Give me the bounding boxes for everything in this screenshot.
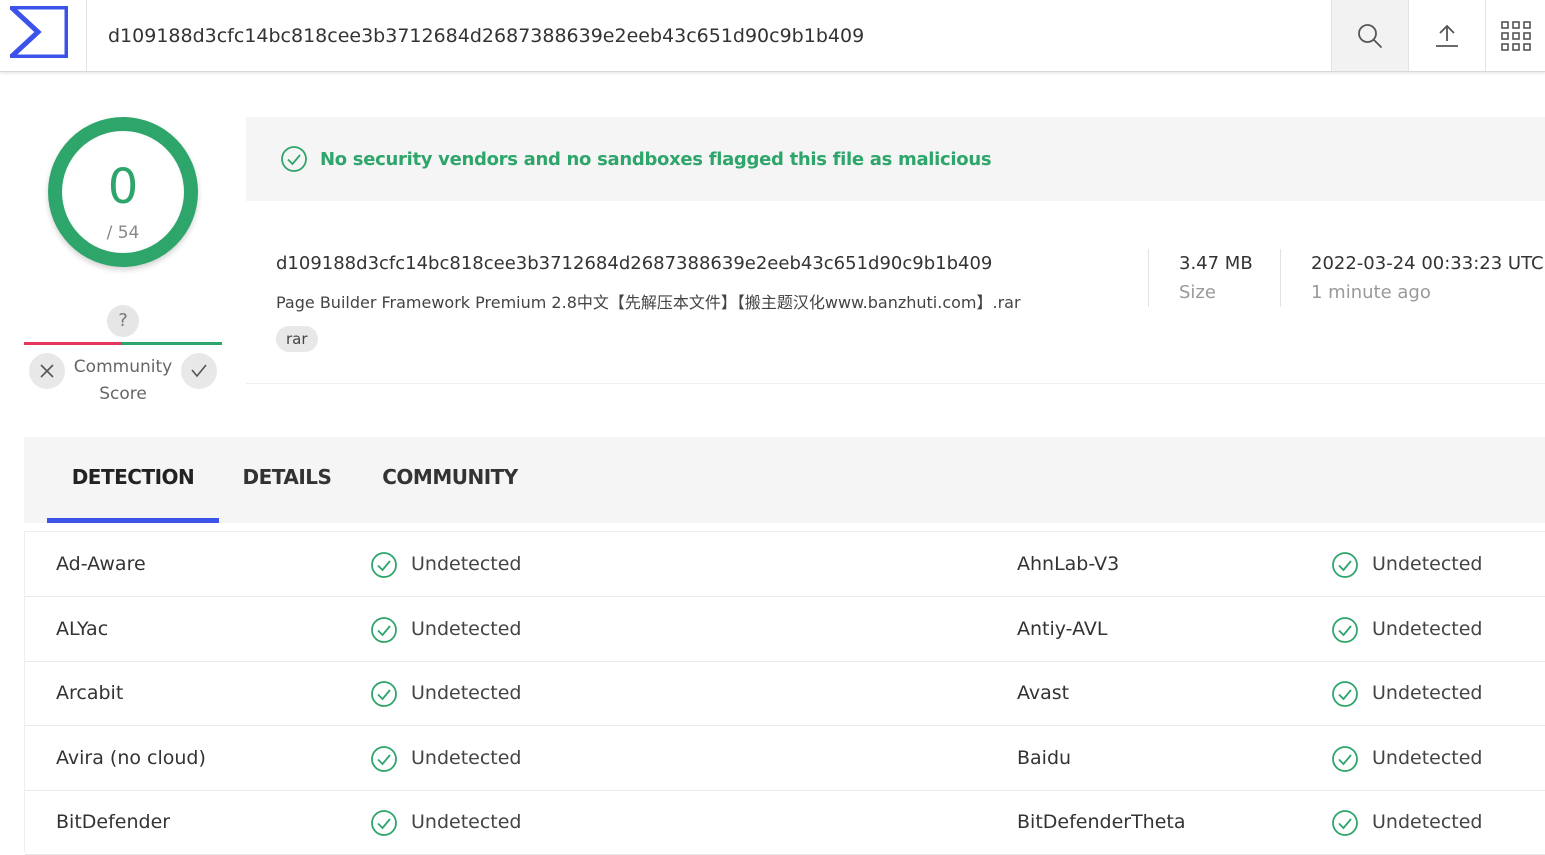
detection-result: Undetected [1372,553,1483,575]
check-circle-icon [1332,552,1358,578]
vendor-name: Avira (no cloud) [56,747,206,769]
verdict-banner: No security vendors and no sandboxes fla… [246,117,1545,201]
file-type-tag[interactable]: rar [276,326,318,352]
check-circle-icon [371,617,397,643]
check-circle-icon [371,746,397,772]
vendor-name: Baidu [1017,747,1072,769]
detection-result: Undetected [1372,618,1483,640]
check-circle-icon [1332,617,1358,643]
community-score-label: Community Score [73,357,173,404]
tab-detection[interactable]: DETECTION [47,437,219,523]
check-circle-icon [1332,681,1358,707]
vendor-name: BitDefender [56,811,171,833]
tab-community[interactable]: COMMUNITY [375,437,525,523]
vendor-name: BitDefenderTheta [1017,811,1186,833]
scan-date: 2022-03-24 00:33:23 UTC [1311,253,1544,274]
detection-score-ring: 0 / 54 [48,117,198,267]
file-info-card: d109188d3cfc14bc818cee3b3712684d26873886… [246,201,1545,384]
detection-result: Undetected [411,618,522,640]
logo-link[interactable] [0,0,87,71]
vote-malicious-button[interactable] [29,353,65,389]
apps-grid-icon [1500,20,1531,51]
vendor-name: ALYac [56,618,109,640]
table-row: Arcabit Undetected Avast Undetected [25,661,1545,726]
table-row: ALYac Undetected Antiy-AVL Undetected [25,597,1545,662]
virustotal-logo-icon [10,6,68,58]
check-circle-icon [371,681,397,707]
check-circle-icon [371,810,397,836]
table-row: Avira (no cloud) Undetected Baidu Undete… [25,726,1545,791]
table-row: Ad-Aware Undetected AhnLab-V3 Undetected [25,532,1545,597]
detection-total: / 54 [106,223,140,243]
detection-result: Undetected [411,747,522,769]
search-button[interactable] [1331,0,1408,71]
community-score-unknown: ? [107,305,139,337]
check-circle-icon [281,146,307,172]
verdict-message: No security vendors and no sandboxes fla… [320,148,992,170]
detection-score-inner: 0 / 54 [62,131,184,253]
table-row: BitDefender Undetected BitDefenderTheta … [25,790,1545,855]
tab-bar: DETECTION DETAILS COMMUNITY [24,437,1545,523]
scan-date-relative: 1 minute ago [1311,282,1431,303]
community-negative-bar [24,342,122,345]
detection-result: Undetected [1372,747,1483,769]
detection-count: 0 [107,159,139,215]
vendor-name: Arcabit [56,682,124,704]
file-name: Page Builder Framework Premium 2.8中文【先解压… [276,293,1021,312]
check-circle-icon [1332,746,1358,772]
divider [1148,249,1149,307]
detection-result: Undetected [411,682,522,704]
upload-button[interactable] [1408,0,1485,71]
search-icon [1358,23,1382,48]
check-circle-icon [1332,810,1358,836]
vendor-name: Antiy-AVL [1017,618,1108,640]
detection-result: Undetected [1372,682,1483,704]
top-bar [0,0,1545,72]
detection-table: Ad-Aware Undetected AhnLab-V3 Undetected… [24,531,1545,855]
vote-harmless-button[interactable] [181,353,217,389]
tab-details[interactable]: DETAILS [237,437,337,523]
upload-icon [1436,24,1458,47]
vendor-name: Ad-Aware [56,553,146,575]
search-input[interactable] [86,0,1330,71]
divider [1280,249,1281,307]
detection-result: Undetected [411,553,522,575]
detection-result: Undetected [411,811,522,833]
file-size-label: Size [1179,282,1216,303]
file-size: 3.47 MB [1179,253,1253,274]
file-hash: d109188d3cfc14bc818cee3b3712684d26873886… [276,253,993,274]
vendor-name: AhnLab-V3 [1017,553,1120,575]
check-circle-icon [371,552,397,578]
apps-button[interactable] [1485,0,1545,71]
close-icon [40,364,54,378]
community-positive-bar [122,342,222,345]
active-tab-indicator [47,518,219,523]
detection-result: Undetected [1372,811,1483,833]
check-icon [191,364,207,378]
vendor-name: Avast [1017,682,1070,704]
